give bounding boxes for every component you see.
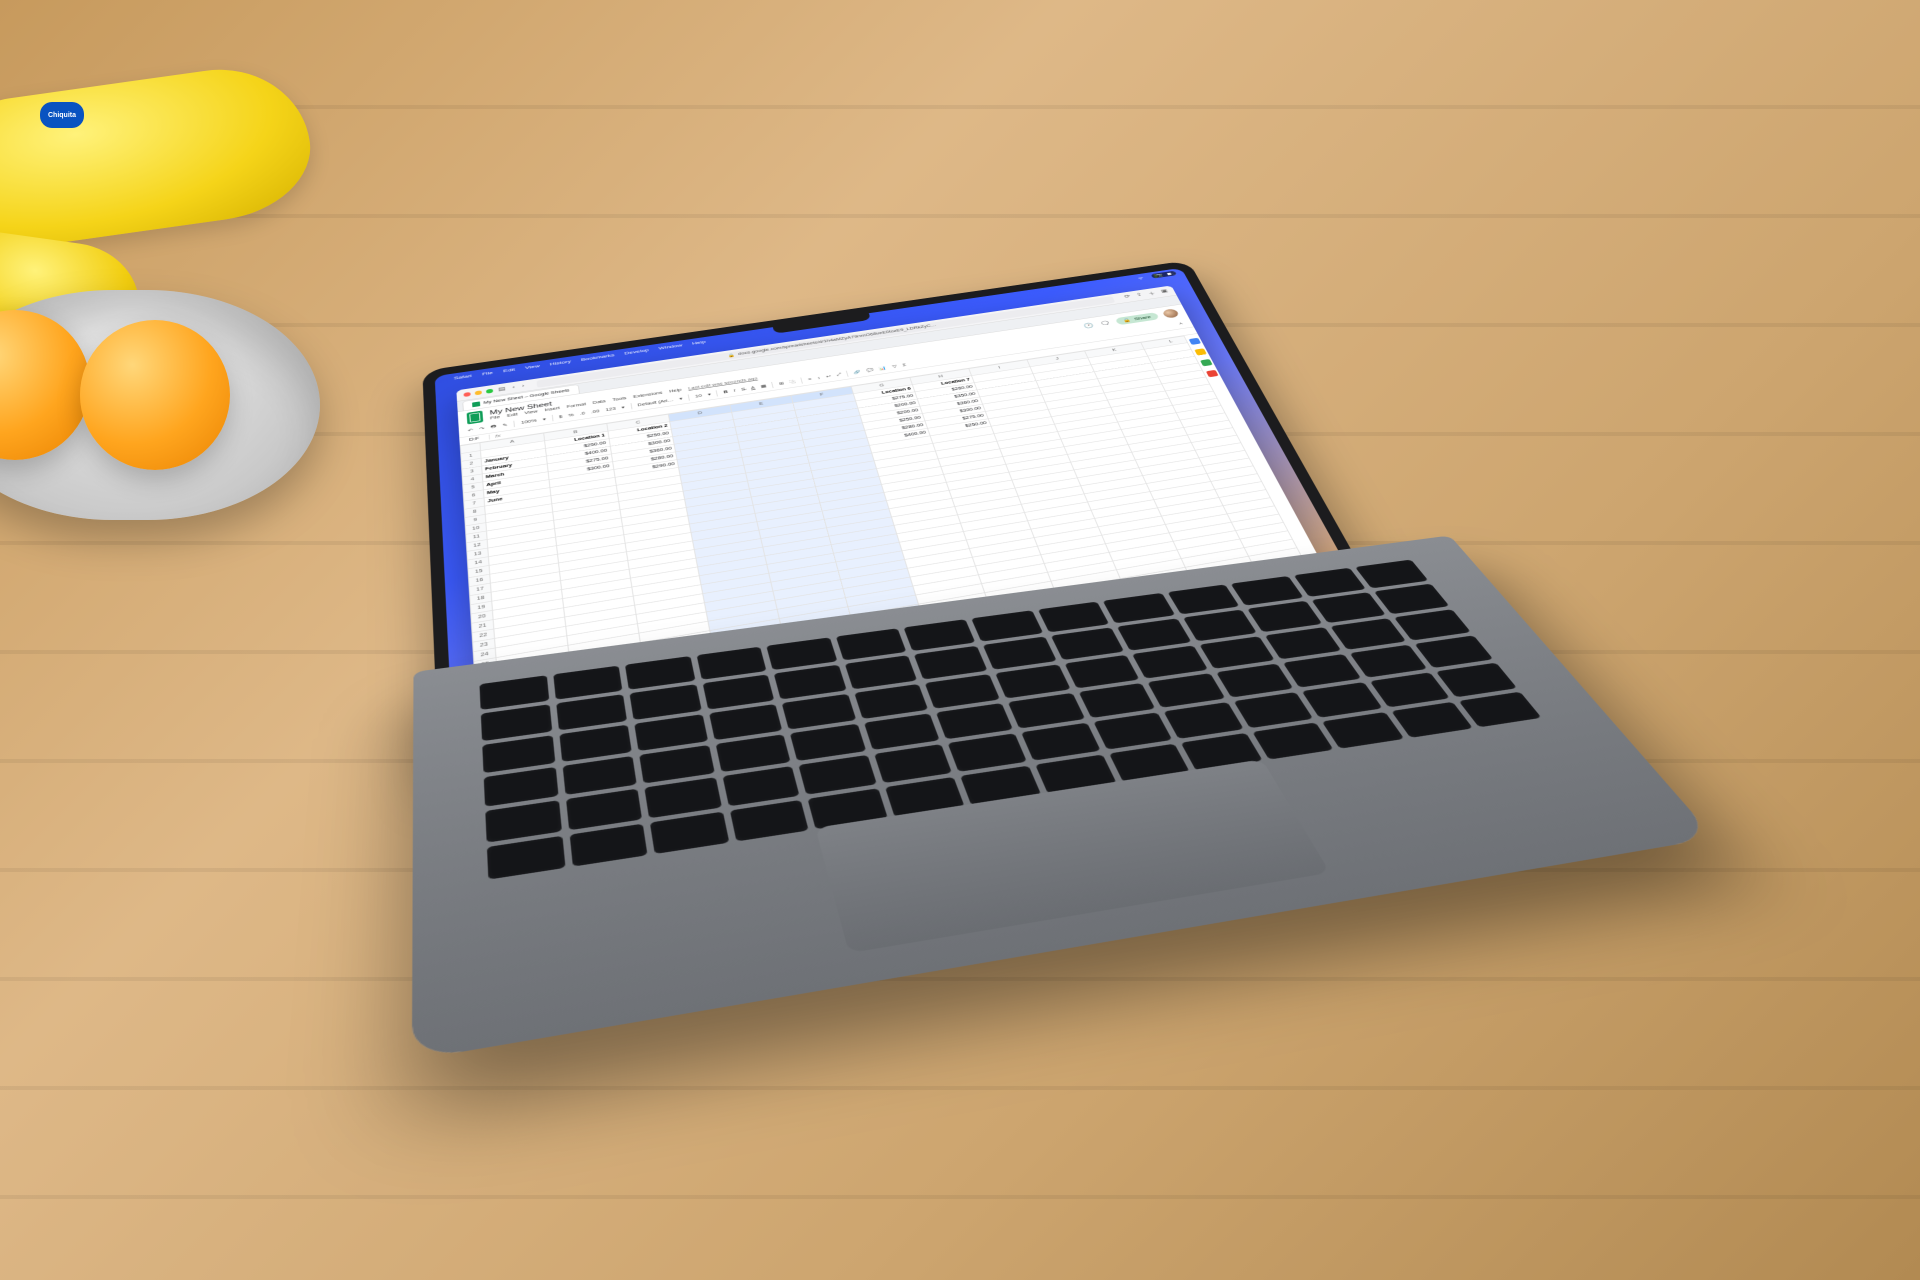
chevron-down-icon: ▾: [679, 396, 683, 401]
camera-icon: 📷: [1156, 273, 1164, 277]
reload-button[interactable]: ⟳: [1123, 294, 1132, 301]
menubar-item[interactable]: History: [550, 359, 572, 366]
menubar-app-name[interactable]: Safari: [454, 373, 472, 380]
menubar-item[interactable]: Develop: [624, 347, 649, 355]
calendar-sidepanel-icon[interactable]: [1188, 338, 1200, 345]
banana-sticker: Chiquita: [40, 102, 84, 128]
menu-help[interactable]: Help: [669, 388, 682, 393]
chevron-down-icon: ▾: [543, 417, 547, 422]
link-button[interactable]: 🔗: [853, 370, 861, 375]
paint-format-button[interactable]: ✎: [502, 423, 508, 428]
fullscreen-window-button[interactable]: [486, 388, 493, 393]
bold-button[interactable]: B: [723, 390, 728, 394]
lock-icon: 🔒: [727, 353, 735, 358]
sidebar-toggle-icon[interactable]: ▤: [498, 386, 506, 393]
menu-edit[interactable]: Edit: [507, 413, 518, 418]
zoom-select[interactable]: 100%: [521, 419, 537, 425]
menubar-item[interactable]: View: [525, 363, 540, 370]
wifi-icon[interactable]: ᯤ: [1137, 275, 1145, 281]
rotate-button[interactable]: ⤢: [836, 373, 842, 378]
stop-icon: ◼: [1166, 272, 1172, 276]
decrease-decimal-button[interactable]: .0: [580, 411, 586, 415]
collapse-toolbar-button[interactable]: ㅅ: [1177, 321, 1185, 326]
functions-button[interactable]: Σ: [902, 363, 907, 367]
menu-file[interactable]: File: [490, 415, 500, 420]
text-color-button[interactable]: A: [751, 386, 756, 390]
fill-color-button[interactable]: ▦: [760, 384, 767, 389]
orange: [80, 320, 230, 470]
menubar-item[interactable]: Edit: [503, 367, 515, 373]
wrap-button[interactable]: ↩: [825, 374, 831, 379]
tasks-sidepanel-icon[interactable]: [1200, 359, 1213, 366]
menu-tools[interactable]: Tools: [612, 396, 627, 402]
account-avatar[interactable]: [1162, 308, 1180, 318]
undo-button[interactable]: ↶: [468, 428, 474, 433]
menu-data[interactable]: Data: [593, 400, 606, 406]
more-formats-button[interactable]: 123: [605, 407, 616, 412]
menubar-item[interactable]: Help: [692, 339, 706, 345]
borders-button[interactable]: ⊞: [778, 381, 784, 386]
font-size-select[interactable]: 10: [695, 394, 702, 399]
banana: [0, 58, 319, 252]
h-align-button[interactable]: ≡: [808, 377, 812, 381]
meet-icon[interactable]: 🗨: [1099, 320, 1111, 327]
google-sheets-logo[interactable]: [467, 411, 484, 425]
minimize-window-button[interactable]: [475, 390, 482, 395]
currency-button[interactable]: $: [559, 415, 563, 419]
v-align-button[interactable]: ↕: [817, 376, 821, 380]
comments-icon[interactable]: 🕑: [1083, 322, 1095, 329]
filter-button[interactable]: ▽: [892, 364, 898, 369]
fruit-bowl: Chiquita: [0, 20, 380, 580]
increase-decimal-button[interactable]: .00: [591, 409, 600, 414]
tabs-overview-button[interactable]: ▣: [1160, 288, 1170, 295]
forward-button[interactable]: ›: [522, 383, 525, 389]
merge-button[interactable]: ⿻: [789, 379, 796, 385]
menubar-item[interactable]: File: [482, 370, 493, 376]
keep-sidepanel-icon[interactable]: [1194, 348, 1207, 355]
sheets-favicon: [472, 401, 480, 407]
italic-button[interactable]: I: [733, 389, 735, 393]
chart-button[interactable]: 📊: [879, 366, 887, 371]
back-button[interactable]: ‹: [512, 384, 515, 390]
browser-nav-icons: ▤ ‹ ›: [498, 383, 525, 392]
menu-view[interactable]: View: [524, 410, 538, 416]
menu-insert[interactable]: Insert: [544, 406, 560, 412]
comment-button[interactable]: 💬: [866, 368, 874, 373]
laptop: 📷 ◼ Safari File Edit View History Bookma…: [370, 40, 1520, 1220]
print-button[interactable]: 🖶: [490, 424, 496, 431]
close-window-button[interactable]: [463, 392, 470, 397]
share-label: Share: [1133, 314, 1152, 321]
percent-button[interactable]: %: [568, 413, 574, 417]
chevron-down-icon: ▾: [707, 392, 711, 397]
lock-icon: 🔒: [1122, 317, 1132, 322]
share-icon[interactable]: ⇪: [1135, 292, 1144, 299]
contacts-sidepanel-icon[interactable]: [1205, 370, 1218, 377]
redo-button[interactable]: ↷: [479, 426, 485, 431]
menubar-item[interactable]: Window: [658, 343, 682, 351]
menubar-item[interactable]: Bookmarks: [581, 352, 615, 361]
strike-button[interactable]: S̶: [741, 387, 746, 391]
chevron-down-icon: ▾: [621, 405, 625, 410]
window-traffic-lights: [463, 388, 493, 396]
new-tab-button[interactable]: ＋: [1147, 290, 1157, 297]
